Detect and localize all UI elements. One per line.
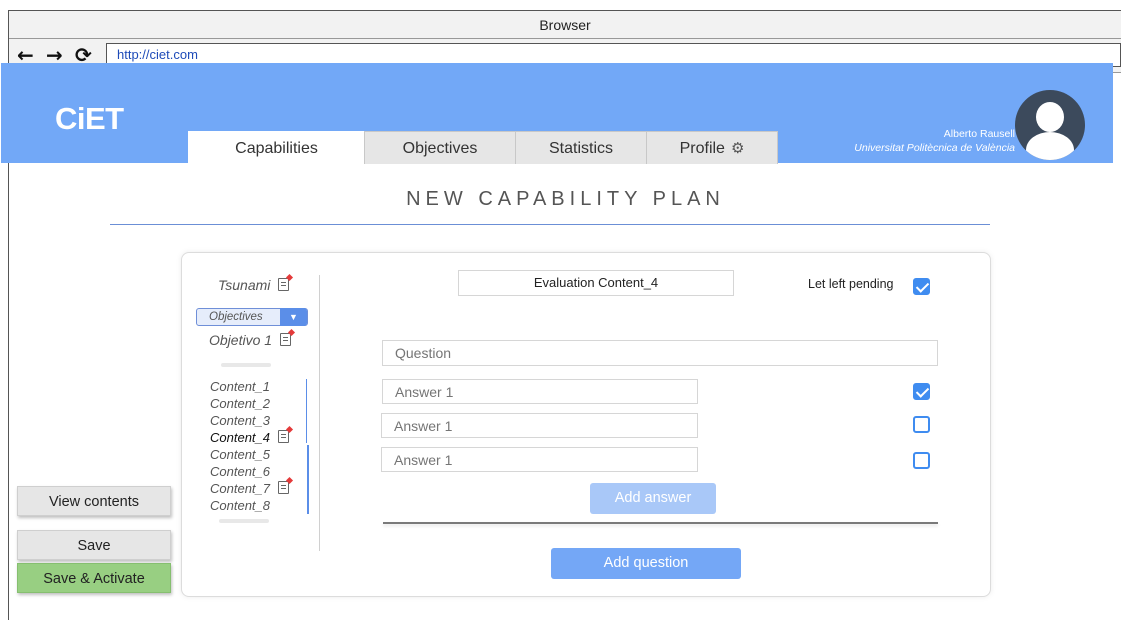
view-contents-button[interactable]: View contents	[17, 486, 171, 516]
edit-document-icon[interactable]	[278, 278, 290, 291]
avatar[interactable]	[1015, 90, 1085, 160]
scroll-handle-top[interactable]	[221, 363, 271, 367]
content-label: Content_6	[210, 464, 270, 479]
tree-objective-item[interactable]: Objetivo 1	[209, 332, 292, 348]
list-item[interactable]: Content_2	[210, 395, 320, 412]
app-header: CiET Capabilities Objectives Statistics …	[1, 63, 1113, 165]
list-item[interactable]: Content_3	[210, 412, 320, 429]
gear-icon: ⚙	[730, 139, 745, 157]
question-input[interactable]	[382, 340, 938, 366]
user-name: Alberto Rausell	[943, 128, 1015, 140]
list-item[interactable]: Content_6	[210, 463, 320, 480]
answer-correct-checkbox[interactable]	[913, 416, 930, 433]
list-item[interactable]: Content_1	[210, 378, 320, 395]
answer-correct-checkbox[interactable]	[913, 383, 930, 400]
evaluation-title-field[interactable]: Evaluation Content_4	[458, 270, 734, 296]
list-item-selected[interactable]: Content_4	[210, 429, 320, 446]
app-logo: CiET	[55, 101, 124, 136]
edit-document-icon[interactable]	[278, 430, 289, 443]
content-label: Content_1	[210, 379, 270, 394]
save-button[interactable]: Save	[17, 530, 171, 560]
add-answer-button[interactable]: Add answer	[590, 483, 716, 514]
content-scroll-thumb[interactable]	[307, 445, 309, 514]
answer-input[interactable]	[381, 447, 698, 472]
content-label: Content_5	[210, 447, 270, 462]
tab-statistics[interactable]: Statistics	[515, 131, 647, 164]
tree-root-label: Tsunami	[218, 277, 271, 293]
tab-objectives[interactable]: Objectives	[364, 131, 516, 164]
edit-document-icon[interactable]	[278, 481, 289, 494]
content-scroll-track[interactable]	[306, 379, 307, 443]
content-label: Content_7	[210, 481, 270, 496]
avatar-head-shape	[1036, 102, 1064, 132]
objective-label: Objetivo 1	[209, 332, 273, 348]
content-label: Content_3	[210, 413, 270, 428]
avatar-body-shape	[1026, 132, 1074, 160]
tab-label: Objectives	[402, 140, 478, 157]
edit-document-icon[interactable]	[280, 333, 292, 346]
page-title: NEW CAPABILITY PLAN	[406, 188, 725, 210]
chevron-down-icon[interactable]: ▼	[280, 308, 307, 326]
user-organization: Universitat Politècnica de València	[854, 142, 1015, 154]
answer-input[interactable]	[382, 379, 698, 404]
content-list: Content_1 Content_2 Content_3 Content_4 …	[210, 378, 320, 514]
list-item[interactable]: Content_5	[210, 446, 320, 463]
form-divider	[383, 522, 938, 524]
list-item[interactable]: Content_8	[210, 497, 320, 514]
pending-label: Let left pending	[808, 277, 894, 291]
answer-correct-checkbox[interactable]	[913, 452, 930, 469]
save-activate-button[interactable]: Save & Activate	[17, 563, 171, 593]
title-divider	[110, 224, 990, 225]
dropdown-value: Objectives	[209, 311, 263, 323]
user-info: Alberto Rausell Universitat Politècnica …	[854, 127, 1015, 155]
tab-capabilities[interactable]: Capabilities	[188, 131, 365, 165]
list-item[interactable]: Content_7	[210, 480, 320, 497]
tree-root-item[interactable]: Tsunami	[218, 277, 290, 293]
pending-checkbox[interactable]	[913, 278, 930, 295]
content-label: Content_8	[210, 498, 270, 513]
answer-input[interactable]	[381, 413, 698, 438]
content-label: Content_2	[210, 396, 270, 411]
window-title: Browser	[9, 11, 1121, 39]
tab-profile[interactable]: Profile ⚙	[646, 131, 778, 164]
scroll-handle-bottom[interactable]	[219, 519, 269, 523]
content-label: Content_4	[210, 430, 270, 445]
tab-label: Capabilities	[235, 140, 318, 157]
level-dropdown[interactable]: Objectives ▼	[196, 308, 308, 326]
tab-label: Statistics	[548, 140, 613, 157]
tab-label: Profile	[679, 140, 725, 157]
add-question-button[interactable]: Add question	[551, 548, 741, 579]
